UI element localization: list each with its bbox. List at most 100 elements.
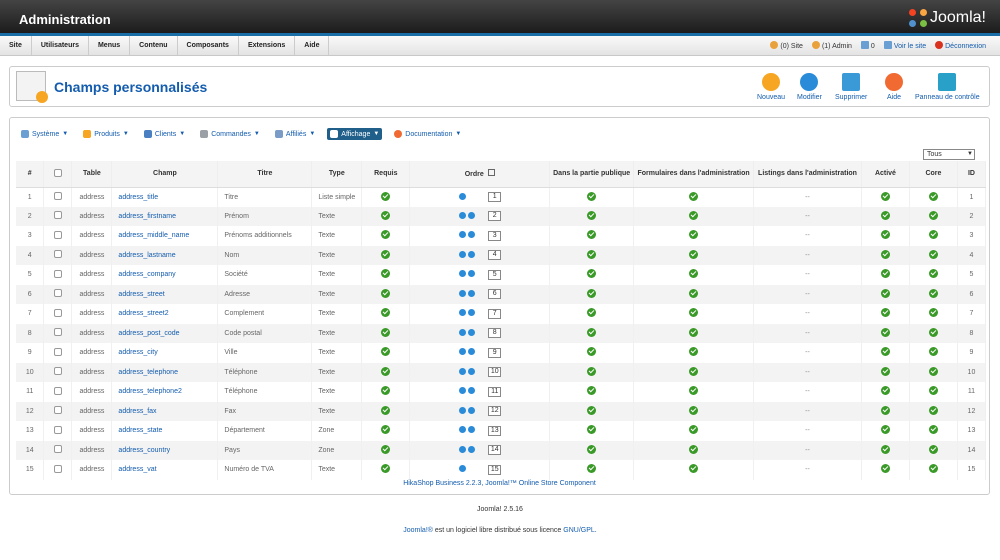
- row-checkbox[interactable]: [53, 406, 62, 415]
- check-icon[interactable]: [689, 249, 699, 259]
- move-up-icon[interactable]: [459, 309, 467, 317]
- check-icon[interactable]: [689, 405, 699, 415]
- check-icon[interactable]: [880, 464, 890, 474]
- check-icon[interactable]: [689, 366, 699, 376]
- move-down-icon[interactable]: [468, 367, 476, 375]
- menu-users[interactable]: Utilisateurs: [32, 36, 89, 55]
- select-all-checkbox[interactable]: [53, 168, 62, 177]
- check-icon[interactable]: [928, 269, 938, 279]
- check-icon[interactable]: [928, 405, 938, 415]
- move-up-icon[interactable]: [459, 445, 467, 453]
- move-up-icon[interactable]: [459, 348, 467, 356]
- check-icon[interactable]: [928, 386, 938, 396]
- order-input[interactable]: 11: [488, 386, 502, 397]
- check-icon[interactable]: [381, 327, 391, 337]
- menu-help[interactable]: Aide: [295, 36, 330, 55]
- check-icon[interactable]: [587, 249, 597, 259]
- check-icon[interactable]: [689, 425, 699, 435]
- check-icon[interactable]: [587, 347, 597, 357]
- move-down-icon[interactable]: [468, 289, 476, 297]
- check-icon[interactable]: [381, 386, 391, 396]
- check-icon[interactable]: [689, 386, 699, 396]
- order-input[interactable]: 13: [488, 425, 502, 436]
- help-button[interactable]: Aide: [885, 73, 903, 101]
- move-down-icon[interactable]: [459, 192, 467, 200]
- order-input[interactable]: 6: [488, 289, 502, 300]
- check-icon[interactable]: [381, 444, 391, 454]
- check-icon[interactable]: [880, 327, 890, 337]
- order-input[interactable]: 9: [488, 347, 502, 358]
- order-input[interactable]: 12: [488, 406, 502, 417]
- col-core[interactable]: Core: [909, 161, 958, 188]
- check-icon[interactable]: [381, 288, 391, 298]
- move-up-icon[interactable]: [459, 426, 467, 434]
- check-icon[interactable]: [689, 347, 699, 357]
- col-table[interactable]: Table: [71, 161, 113, 188]
- field-link[interactable]: address_vat: [118, 466, 156, 473]
- order-input[interactable]: 10: [488, 367, 502, 378]
- submenu-orders[interactable]: Commandes ▼: [197, 128, 263, 140]
- order-input[interactable]: 4: [488, 250, 502, 261]
- col-required[interactable]: Requis: [361, 161, 411, 188]
- row-checkbox[interactable]: [53, 386, 62, 395]
- view-site-link[interactable]: Voir le site: [883, 41, 926, 50]
- row-checkbox[interactable]: [53, 230, 62, 239]
- submenu-system[interactable]: Système ▼: [18, 128, 71, 140]
- check-icon[interactable]: [689, 308, 699, 318]
- col-backend-forms[interactable]: Formulaires dans l'administration: [633, 161, 755, 188]
- order-input[interactable]: 5: [488, 269, 502, 280]
- menu-components[interactable]: Composants: [178, 36, 239, 55]
- check-icon[interactable]: [928, 366, 938, 376]
- check-icon[interactable]: [689, 288, 699, 298]
- move-down-icon[interactable]: [468, 445, 476, 453]
- admin-users-status[interactable]: (1) Admin: [811, 41, 852, 50]
- check-icon[interactable]: [381, 425, 391, 435]
- move-up-icon[interactable]: [459, 250, 467, 258]
- col-order[interactable]: Ordre: [409, 161, 551, 188]
- messages-status[interactable]: 0: [860, 41, 875, 50]
- check-icon[interactable]: [928, 288, 938, 298]
- order-input[interactable]: 7: [488, 308, 502, 319]
- menu-site[interactable]: Site: [0, 36, 32, 55]
- field-link[interactable]: address_street2: [118, 310, 168, 317]
- submenu-customers[interactable]: Clients ▼: [141, 128, 188, 140]
- check-icon[interactable]: [689, 464, 699, 474]
- col-backend-listings[interactable]: Listings dans l'administration: [753, 161, 862, 188]
- move-down-icon[interactable]: [468, 426, 476, 434]
- joomla-link[interactable]: Joomla!®: [403, 527, 433, 534]
- field-link[interactable]: address_lastname: [118, 252, 175, 259]
- check-icon[interactable]: [928, 249, 938, 259]
- row-checkbox[interactable]: [53, 328, 62, 337]
- control-panel-button[interactable]: Panneau de contrôle: [915, 73, 980, 101]
- check-icon[interactable]: [880, 347, 890, 357]
- check-icon[interactable]: [928, 230, 938, 240]
- check-icon[interactable]: [381, 230, 391, 240]
- check-icon[interactable]: [381, 249, 391, 259]
- move-up-icon[interactable]: [459, 367, 467, 375]
- move-up-icon[interactable]: [459, 387, 467, 395]
- new-button[interactable]: Nouveau: [757, 73, 785, 101]
- move-up-icon[interactable]: [459, 328, 467, 336]
- move-down-icon[interactable]: [468, 328, 476, 336]
- move-down-icon[interactable]: [468, 231, 476, 239]
- delete-button[interactable]: Supprimer: [835, 73, 867, 101]
- check-icon[interactable]: [880, 210, 890, 220]
- col-field[interactable]: Champ: [111, 161, 219, 188]
- check-icon[interactable]: [880, 444, 890, 454]
- row-checkbox[interactable]: [53, 211, 62, 220]
- check-icon[interactable]: [587, 464, 597, 474]
- field-link[interactable]: address_telephone: [118, 369, 178, 376]
- check-icon[interactable]: [880, 230, 890, 240]
- check-icon[interactable]: [880, 191, 890, 201]
- field-link[interactable]: address_middle_name: [118, 232, 189, 239]
- row-checkbox[interactable]: [53, 308, 62, 317]
- check-icon[interactable]: [689, 191, 699, 201]
- check-icon[interactable]: [928, 327, 938, 337]
- check-icon[interactable]: [928, 347, 938, 357]
- move-down-icon[interactable]: [468, 406, 476, 414]
- check-icon[interactable]: [381, 464, 391, 474]
- check-icon[interactable]: [587, 425, 597, 435]
- edit-button[interactable]: Modifier: [797, 73, 822, 101]
- row-checkbox[interactable]: [53, 347, 62, 356]
- col-published[interactable]: Activé: [861, 161, 910, 188]
